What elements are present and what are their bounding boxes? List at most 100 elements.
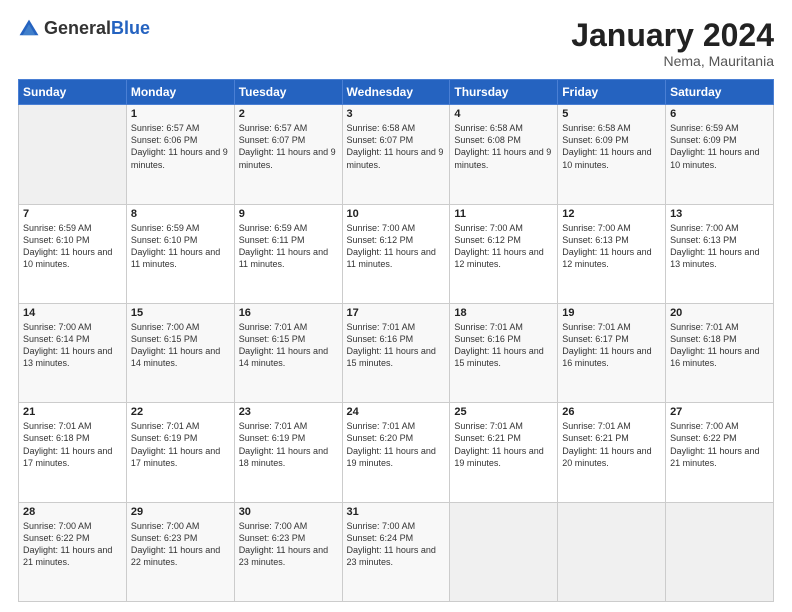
day-number: 6 (670, 108, 769, 120)
day-number: 13 (670, 208, 769, 220)
day-number: 8 (131, 208, 230, 220)
weekday-monday: Monday (126, 80, 234, 105)
day-number: 27 (670, 406, 769, 418)
day-number: 14 (23, 307, 122, 319)
title-block: January 2024 Nema, Mauritania (571, 18, 774, 69)
day-number: 16 (239, 307, 338, 319)
day-info: Sunrise: 7:00 AMSunset: 6:24 PMDaylight:… (347, 520, 446, 569)
day-info: Sunrise: 6:58 AMSunset: 6:08 PMDaylight:… (454, 122, 553, 171)
day-number: 21 (23, 406, 122, 418)
day-cell: 13 Sunrise: 7:00 AMSunset: 6:13 PMDayligh… (666, 204, 774, 303)
day-number: 2 (239, 108, 338, 120)
day-number: 3 (347, 108, 446, 120)
month-title: January 2024 (571, 18, 774, 53)
day-cell: 28Sunrise: 7:00 AMSunset: 6:22 PMDayligh… (19, 502, 127, 601)
day-info: Sunrise: 7:01 AMSunset: 6:15 PMDaylight:… (239, 321, 338, 370)
day-info: Sunrise: 7:00 AMSunset: 6:13 PMDaylight:… (562, 222, 661, 271)
day-cell: 4 Sunrise: 6:58 AMSunset: 6:08 PMDaylight… (450, 105, 558, 204)
day-cell: 6 Sunrise: 6:59 AMSunset: 6:09 PMDaylight… (666, 105, 774, 204)
day-cell: 7Sunrise: 6:59 AMSunset: 6:10 PMDaylight… (19, 204, 127, 303)
day-cell: 11Sunrise: 7:00 AMSunset: 6:12 PMDayligh… (450, 204, 558, 303)
day-cell: 12 Sunrise: 7:00 AMSunset: 6:13 PMDayligh… (558, 204, 666, 303)
day-number: 10 (347, 208, 446, 220)
day-info: Sunrise: 7:00 AMSunset: 6:12 PMDaylight:… (454, 222, 553, 271)
week-row-1: 7Sunrise: 6:59 AMSunset: 6:10 PMDaylight… (19, 204, 774, 303)
weekday-tuesday: Tuesday (234, 80, 342, 105)
day-cell (666, 502, 774, 601)
day-info: Sunrise: 7:00 AMSunset: 6:22 PMDaylight:… (670, 420, 769, 469)
day-number: 9 (239, 208, 338, 220)
week-row-0: 1 Sunrise: 6:57 AMSunset: 6:06 PMDaylight… (19, 105, 774, 204)
day-info: Sunrise: 7:01 AMSunset: 6:19 PMDaylight:… (131, 420, 230, 469)
weekday-sunday: Sunday (19, 80, 127, 105)
day-cell: 25 Sunrise: 7:01 AMSunset: 6:21 PMDayligh… (450, 403, 558, 502)
day-info: Sunrise: 6:57 AMSunset: 6:06 PMDaylight:… (131, 122, 230, 171)
day-info: Sunrise: 7:00 AMSunset: 6:14 PMDaylight:… (23, 321, 122, 370)
day-number: 15 (131, 307, 230, 319)
day-info: Sunrise: 7:01 AMSunset: 6:16 PMDaylight:… (347, 321, 446, 370)
day-info: Sunrise: 7:01 AMSunset: 6:17 PMDaylight:… (562, 321, 661, 370)
weekday-header-row: SundayMondayTuesdayWednesdayThursdayFrid… (19, 80, 774, 105)
logo-text-general: General (44, 18, 111, 38)
day-info: Sunrise: 6:59 AMSunset: 6:09 PMDaylight:… (670, 122, 769, 171)
day-cell: 27 Sunrise: 7:00 AMSunset: 6:22 PMDayligh… (666, 403, 774, 502)
day-cell: 22 Sunrise: 7:01 AMSunset: 6:19 PMDayligh… (126, 403, 234, 502)
day-number: 17 (347, 307, 446, 319)
location-title: Nema, Mauritania (571, 53, 774, 69)
day-cell: 14 Sunrise: 7:00 AMSunset: 6:14 PMDayligh… (19, 303, 127, 402)
day-info: Sunrise: 7:00 AMSunset: 6:12 PMDaylight:… (347, 222, 446, 271)
week-row-2: 14 Sunrise: 7:00 AMSunset: 6:14 PMDayligh… (19, 303, 774, 402)
day-cell: 30 Sunrise: 7:00 AMSunset: 6:23 PMDayligh… (234, 502, 342, 601)
logo-text-blue: Blue (111, 18, 150, 38)
day-info: Sunrise: 7:00 AMSunset: 6:15 PMDaylight:… (131, 321, 230, 370)
day-cell: 29Sunrise: 7:00 AMSunset: 6:23 PMDayligh… (126, 502, 234, 601)
day-cell: 26Sunrise: 7:01 AMSunset: 6:21 PMDayligh… (558, 403, 666, 502)
day-number: 23 (239, 406, 338, 418)
day-cell: 3 Sunrise: 6:58 AMSunset: 6:07 PMDaylight… (342, 105, 450, 204)
day-info: Sunrise: 7:00 AMSunset: 6:23 PMDaylight:… (131, 520, 230, 569)
day-info: Sunrise: 6:58 AMSunset: 6:07 PMDaylight:… (347, 122, 446, 171)
day-cell: 20 Sunrise: 7:01 AMSunset: 6:18 PMDayligh… (666, 303, 774, 402)
day-info: Sunrise: 7:00 AMSunset: 6:22 PMDaylight:… (23, 520, 122, 569)
day-cell (450, 502, 558, 601)
day-cell: 1 Sunrise: 6:57 AMSunset: 6:06 PMDaylight… (126, 105, 234, 204)
day-cell: 9 Sunrise: 6:59 AMSunset: 6:11 PMDaylight… (234, 204, 342, 303)
weekday-saturday: Saturday (666, 80, 774, 105)
day-info: Sunrise: 7:00 AMSunset: 6:23 PMDaylight:… (239, 520, 338, 569)
week-row-4: 28Sunrise: 7:00 AMSunset: 6:22 PMDayligh… (19, 502, 774, 601)
calendar-table: SundayMondayTuesdayWednesdayThursdayFrid… (18, 79, 774, 602)
day-info: Sunrise: 7:01 AMSunset: 6:19 PMDaylight:… (239, 420, 338, 469)
day-number: 4 (454, 108, 553, 120)
day-number: 31 (347, 506, 446, 518)
day-cell: 23 Sunrise: 7:01 AMSunset: 6:19 PMDayligh… (234, 403, 342, 502)
day-number: 18 (454, 307, 553, 319)
day-number: 19 (562, 307, 661, 319)
day-number: 30 (239, 506, 338, 518)
day-number: 26 (562, 406, 661, 418)
day-info: Sunrise: 7:01 AMSunset: 6:16 PMDaylight:… (454, 321, 553, 370)
day-cell: 21 Sunrise: 7:01 AMSunset: 6:18 PMDayligh… (19, 403, 127, 502)
day-cell: 17 Sunrise: 7:01 AMSunset: 6:16 PMDayligh… (342, 303, 450, 402)
day-cell: 18 Sunrise: 7:01 AMSunset: 6:16 PMDayligh… (450, 303, 558, 402)
day-cell: 2Sunrise: 6:57 AMSunset: 6:07 PMDaylight… (234, 105, 342, 204)
day-info: Sunrise: 7:00 AMSunset: 6:13 PMDaylight:… (670, 222, 769, 271)
page: GeneralBlue January 2024 Nema, Mauritani… (0, 0, 792, 612)
day-number: 22 (131, 406, 230, 418)
day-cell: 16 Sunrise: 7:01 AMSunset: 6:15 PMDayligh… (234, 303, 342, 402)
day-cell: 19 Sunrise: 7:01 AMSunset: 6:17 PMDayligh… (558, 303, 666, 402)
day-cell: 10 Sunrise: 7:00 AMSunset: 6:12 PMDayligh… (342, 204, 450, 303)
day-number: 12 (562, 208, 661, 220)
day-number: 1 (131, 108, 230, 120)
day-cell: 24Sunrise: 7:01 AMSunset: 6:20 PMDayligh… (342, 403, 450, 502)
day-info: Sunrise: 6:58 AMSunset: 6:09 PMDaylight:… (562, 122, 661, 171)
day-number: 25 (454, 406, 553, 418)
day-number: 20 (670, 307, 769, 319)
day-info: Sunrise: 7:01 AMSunset: 6:18 PMDaylight:… (670, 321, 769, 370)
day-info: Sunrise: 7:01 AMSunset: 6:20 PMDaylight:… (347, 420, 446, 469)
day-info: Sunrise: 7:01 AMSunset: 6:21 PMDaylight:… (454, 420, 553, 469)
day-cell (19, 105, 127, 204)
day-cell: 8Sunrise: 6:59 AMSunset: 6:10 PMDaylight… (126, 204, 234, 303)
day-info: Sunrise: 7:01 AMSunset: 6:18 PMDaylight:… (23, 420, 122, 469)
day-info: Sunrise: 6:59 AMSunset: 6:11 PMDaylight:… (239, 222, 338, 271)
day-cell: 5Sunrise: 6:58 AMSunset: 6:09 PMDaylight… (558, 105, 666, 204)
